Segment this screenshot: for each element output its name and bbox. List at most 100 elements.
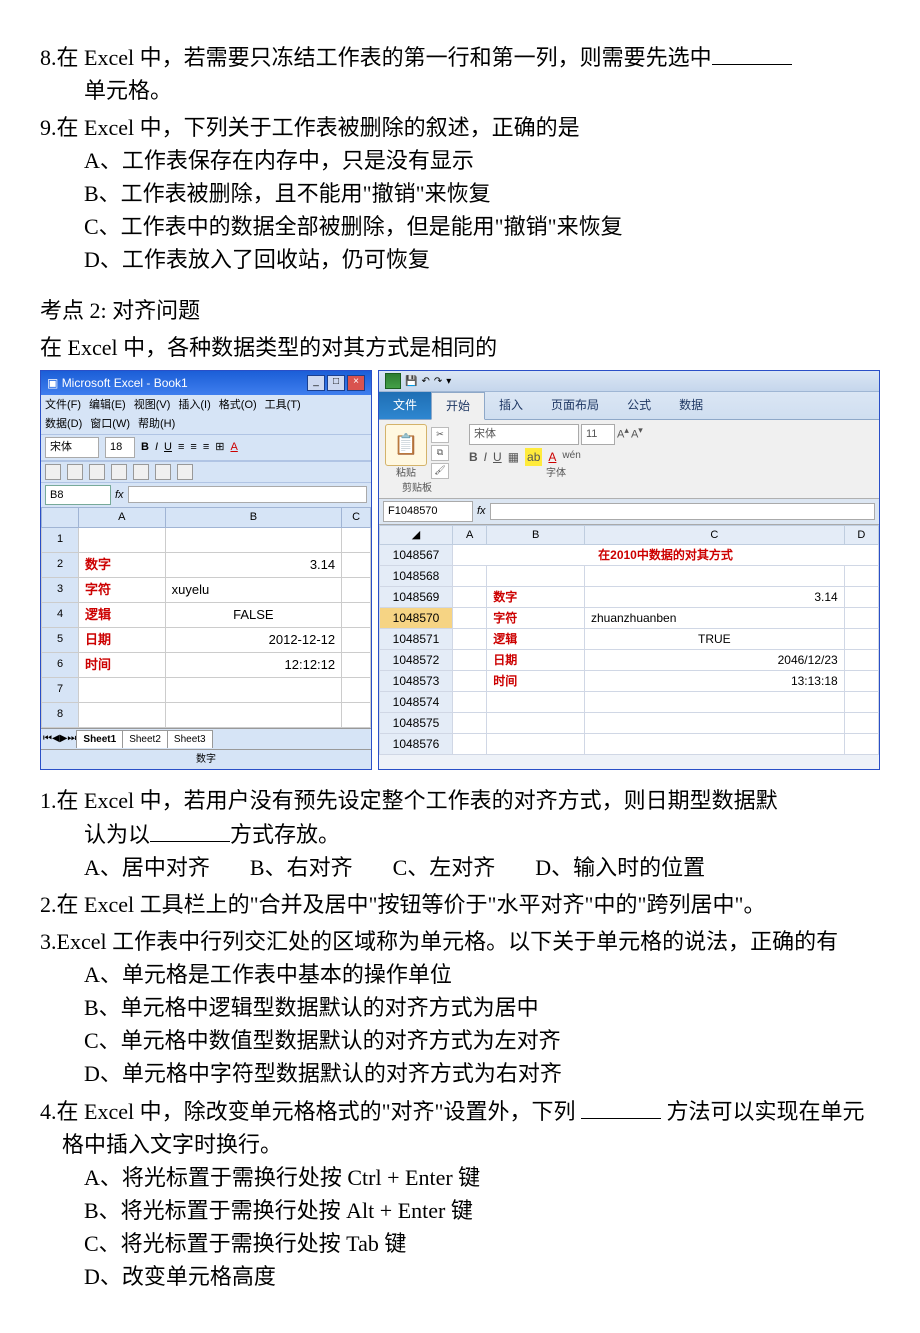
new-icon[interactable] <box>45 464 61 480</box>
border-button[interactable]: ▦ <box>508 448 519 466</box>
menu-format[interactable]: 格式(O) <box>219 397 257 414</box>
cell[interactable] <box>342 552 371 577</box>
cell[interactable] <box>453 692 487 713</box>
cell[interactable]: 2046/12/23 <box>584 650 844 671</box>
name-box[interactable]: B8 <box>45 485 111 506</box>
align-right-button[interactable]: ≡ <box>203 439 209 456</box>
cell[interactable] <box>165 527 342 552</box>
row-header[interactable]: 2 <box>42 552 79 577</box>
font-size-selector[interactable]: 11 <box>581 424 615 445</box>
format-painter-button[interactable]: 🖌 <box>431 463 449 479</box>
tab-nav-last[interactable]: ⏭ <box>67 731 76 746</box>
q9-opt-c[interactable]: C、工作表中的数据全部被删除，但是能用"撤销"来恢复 <box>84 210 880 243</box>
cell[interactable] <box>844 608 878 629</box>
q4-opt-a[interactable]: A、将光标置于需换行处按 Ctrl + Enter 键 <box>84 1161 880 1194</box>
q1-opt-a[interactable]: A、居中对齐 <box>84 851 210 884</box>
cell[interactable] <box>487 692 585 713</box>
align-center-button[interactable]: ≡ <box>190 439 196 456</box>
cell[interactable]: 日期 <box>487 650 585 671</box>
cell[interactable] <box>844 692 878 713</box>
cell[interactable] <box>844 671 878 692</box>
row-header[interactable]: 1048568 <box>380 566 453 587</box>
cell[interactable] <box>165 702 342 727</box>
cell[interactable] <box>79 702 166 727</box>
tab-insert[interactable]: 插入 <box>485 392 537 419</box>
tab-formulas[interactable]: 公式 <box>613 392 665 419</box>
row-header[interactable]: 8 <box>42 702 79 727</box>
fx-icon[interactable]: fx <box>115 487 124 504</box>
cell[interactable]: 数字 <box>79 552 166 577</box>
q4-blank[interactable] <box>581 1094 661 1119</box>
cell[interactable]: 逻辑 <box>487 629 585 650</box>
cell[interactable] <box>584 566 844 587</box>
maximize-button[interactable]: □ <box>327 375 345 391</box>
qat-undo-icon[interactable]: ↶ <box>421 374 429 389</box>
open-icon[interactable] <box>67 464 83 480</box>
q9-opt-b[interactable]: B、工作表被删除，且不能用"撤销"来恢复 <box>84 177 880 210</box>
tab-nav-prev[interactable]: ◀ <box>52 731 60 746</box>
sheet-tab-1[interactable]: Sheet1 <box>76 730 123 748</box>
row-header[interactable]: 1048571 <box>380 629 453 650</box>
underline-button[interactable]: U <box>164 439 172 456</box>
bold-button-2010[interactable]: B <box>469 448 478 466</box>
select-all-corner-2010[interactable]: ◢ <box>380 525 453 545</box>
cell[interactable] <box>342 527 371 552</box>
font-color-button[interactable]: A <box>230 439 237 456</box>
row-header[interactable]: 1048574 <box>380 692 453 713</box>
cell[interactable]: TRUE <box>584 629 844 650</box>
menu-tools[interactable]: 工具(T) <box>265 397 301 414</box>
font-name-selector[interactable]: 宋体 <box>469 424 579 445</box>
q4-opt-b[interactable]: B、将光标置于需换行处按 Alt + Enter 键 <box>84 1194 880 1227</box>
menu-data[interactable]: 数据(D) <box>45 416 82 433</box>
cell[interactable]: 13:13:18 <box>584 671 844 692</box>
col-b-header-2010[interactable]: B <box>487 525 585 545</box>
row-header[interactable]: 1048569 <box>380 587 453 608</box>
cell[interactable] <box>584 692 844 713</box>
cell[interactable]: FALSE <box>165 602 342 627</box>
col-c-header[interactable]: C <box>342 508 371 528</box>
tab-home[interactable]: 开始 <box>431 392 485 420</box>
row-header[interactable]: 3 <box>42 577 79 602</box>
cell[interactable]: 时间 <box>487 671 585 692</box>
cell[interactable] <box>342 677 371 702</box>
title-bar[interactable]: ▣ Microsoft Excel - Book1 _ □ × <box>41 371 371 395</box>
menu-insert[interactable]: 插入(I) <box>178 397 210 414</box>
cell[interactable] <box>487 566 585 587</box>
cell[interactable] <box>79 677 166 702</box>
close-button[interactable]: × <box>347 375 365 391</box>
row-header[interactable]: 1 <box>42 527 79 552</box>
fill-color-button[interactable]: ab <box>525 448 542 466</box>
qat-redo-icon[interactable]: ↷ <box>434 374 442 389</box>
q3-opt-c[interactable]: C、单元格中数值型数据默认的对齐方式为左对齐 <box>84 1024 880 1057</box>
tab-pagelayout[interactable]: 页面布局 <box>537 392 613 419</box>
q4-opt-c[interactable]: C、将光标置于需换行处按 Tab 键 <box>84 1227 880 1260</box>
q1-opt-d[interactable]: D、输入时的位置 <box>535 851 705 884</box>
paste-button[interactable]: 📋 <box>385 424 427 466</box>
cell[interactable]: xuyelu <box>165 577 342 602</box>
italic-button[interactable]: I <box>155 439 158 456</box>
worksheet-grid[interactable]: A B C 12数字3.143字符xuyelu4逻辑FALSE5日期2012-1… <box>41 507 371 728</box>
cell[interactable] <box>584 734 844 755</box>
cell[interactable] <box>453 650 487 671</box>
cell[interactable] <box>79 527 166 552</box>
row-header[interactable]: 1048567 <box>380 545 453 566</box>
q1-blank[interactable] <box>150 817 230 842</box>
print-icon[interactable] <box>111 464 127 480</box>
sheet-tab-3[interactable]: Sheet3 <box>167 730 213 748</box>
row-header[interactable]: 1048570 <box>380 608 453 629</box>
cell[interactable]: 数字 <box>487 587 585 608</box>
row-header[interactable]: 1048573 <box>380 671 453 692</box>
cell[interactable] <box>584 713 844 734</box>
formula-input[interactable] <box>128 486 367 503</box>
menu-view[interactable]: 视图(V) <box>134 397 171 414</box>
cell[interactable]: 3.14 <box>165 552 342 577</box>
tab-nav-next[interactable]: ▶ <box>60 731 68 746</box>
cell[interactable] <box>165 677 342 702</box>
cell[interactable] <box>844 566 878 587</box>
cell[interactable] <box>342 702 371 727</box>
cell[interactable]: 字符 <box>79 577 166 602</box>
cell[interactable] <box>342 577 371 602</box>
align-left-button[interactable]: ≡ <box>178 439 184 456</box>
name-box-2010[interactable]: F1048570 <box>383 501 473 522</box>
underline-button-2010[interactable]: U <box>493 448 502 466</box>
